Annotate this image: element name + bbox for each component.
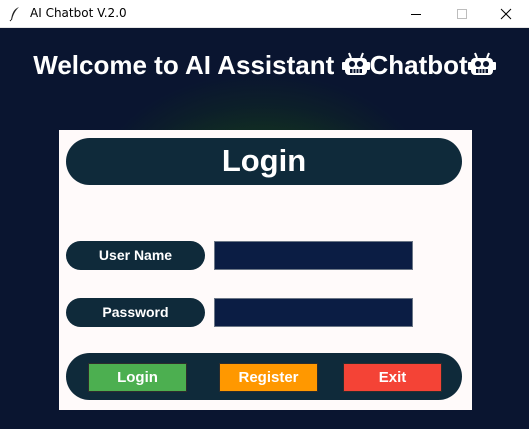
robot-face-icon [467,52,496,75]
password-input[interactable] [214,298,413,327]
button-bar: Login Register Exit [66,353,462,400]
welcome-text: Welcome to AI Assistant [33,50,342,80]
register-button[interactable]: Register [219,363,318,392]
maximize-icon [457,9,467,19]
minimize-icon [411,14,421,15]
feather-icon [9,7,19,22]
minimize-button[interactable] [393,0,439,28]
exit-button[interactable]: Exit [343,363,442,392]
password-label: Password [66,298,205,327]
login-card: Login User Name Password Login Register … [59,130,472,410]
window-titlebar: AI Chatbot V.2.0 [0,0,529,28]
robot-face-icon [341,52,370,75]
username-label: User Name [66,241,205,270]
maximize-button[interactable] [439,0,485,28]
login-button[interactable]: Login [88,363,187,392]
app-background: Welcome to AI Assistant Chatbot Login Us… [0,28,529,429]
close-button[interactable] [483,0,529,28]
username-input[interactable] [214,241,413,270]
welcome-heading: Welcome to AI Assistant Chatbot [0,50,529,81]
window-title: AI Chatbot V.2.0 [30,6,127,20]
login-title: Login [66,138,462,185]
close-icon [500,8,512,20]
welcome-text-chatbot: Chatbot [369,50,468,80]
